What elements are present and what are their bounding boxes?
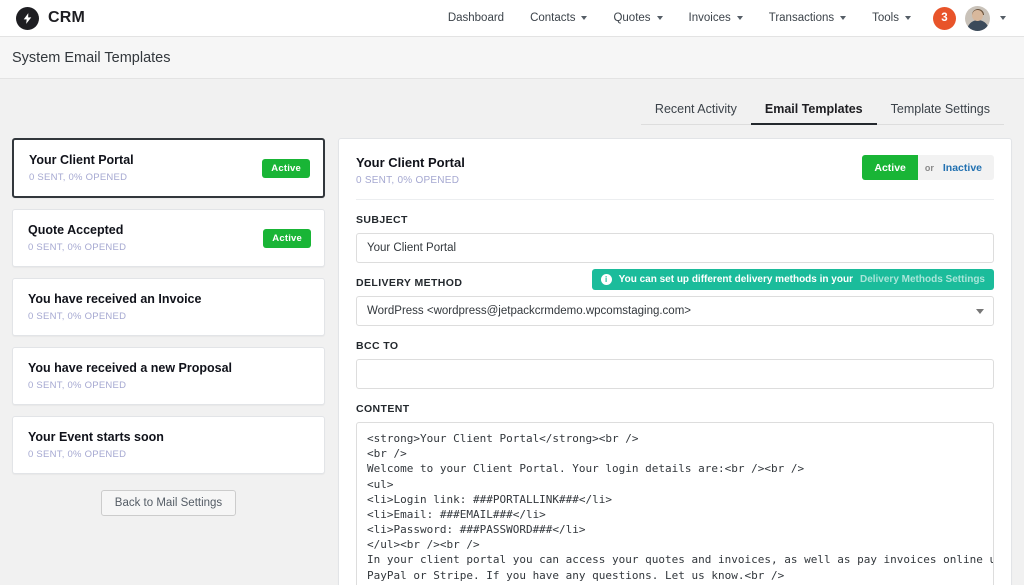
avatar-body (967, 20, 989, 31)
nav-item-tools[interactable]: Tools (859, 0, 924, 37)
template-list-item-quote-accepted[interactable]: Quote Accepted 0 SENT, 0% OPENED Active (12, 209, 325, 267)
template-list-item-received-invoice[interactable]: You have received an Invoice 0 SENT, 0% … (12, 278, 325, 336)
toggle-divider-label: or (918, 163, 941, 173)
nav-item-quotes[interactable]: Quotes (600, 0, 675, 37)
template-item-stats: 0 SENT, 0% OPENED (28, 449, 311, 460)
nav-item-label: Contacts (530, 0, 575, 37)
back-to-mail-settings-button[interactable]: Back to Mail Settings (101, 490, 236, 516)
nav-item-label: Invoices (689, 0, 731, 37)
tab-label: Recent Activity (655, 102, 737, 116)
status-badge: Active (263, 229, 311, 248)
top-navigation-bar: CRM Dashboard Contacts Quotes Invoices T… (0, 0, 1024, 37)
delivery-method-row: DELIVERY METHOD i You can set up differe… (356, 263, 994, 296)
editor-title: Your Client Portal (356, 155, 862, 170)
chevron-down-icon (905, 16, 911, 20)
template-item-text: Your Client Portal 0 SENT, 0% OPENED (29, 153, 262, 183)
template-list-item-event-starts-soon[interactable]: Your Event starts soon 0 SENT, 0% OPENED (12, 416, 325, 474)
editor-stats: 0 SENT, 0% OPENED (356, 175, 862, 186)
tab-label: Email Templates (765, 102, 863, 116)
page-title-bar: System Email Templates (0, 37, 1024, 79)
chevron-down-icon[interactable] (1000, 16, 1006, 20)
template-list-sidebar: Your Client Portal 0 SENT, 0% OPENED Act… (12, 138, 325, 516)
bcc-input[interactable] (356, 359, 994, 389)
template-item-text: You have received a new Proposal 0 SENT,… (28, 361, 311, 391)
template-item-stats: 0 SENT, 0% OPENED (29, 172, 262, 183)
delivery-method-select[interactable]: WordPress <wordpress@jetpackcrmdemo.wpco… (356, 296, 994, 326)
template-item-title: Your Client Portal (29, 153, 262, 168)
nav-item-transactions[interactable]: Transactions (756, 0, 859, 37)
tab-email-templates[interactable]: Email Templates (751, 96, 877, 125)
chevron-down-icon (737, 16, 743, 20)
main-content: Your Client Portal 0 SENT, 0% OPENED Act… (0, 125, 1024, 585)
nav-item-label: Dashboard (448, 0, 504, 37)
template-item-title: Your Event starts soon (28, 430, 311, 445)
chevron-down-icon (657, 16, 663, 20)
nav-item-invoices[interactable]: Invoices (676, 0, 756, 37)
template-item-text: Quote Accepted 0 SENT, 0% OPENED (28, 223, 263, 253)
avatar[interactable] (965, 6, 990, 31)
template-item-stats: 0 SENT, 0% OPENED (28, 380, 311, 391)
nav-item-label: Tools (872, 0, 899, 37)
back-button-wrapper: Back to Mail Settings (12, 485, 325, 516)
template-item-text: You have received an Invoice 0 SENT, 0% … (28, 292, 311, 322)
content-label: CONTENT (356, 403, 994, 415)
toggle-active-option[interactable]: Active (862, 155, 918, 180)
notice-text: You can set up different delivery method… (619, 274, 853, 285)
lightning-bolt-icon (16, 7, 39, 30)
delivery-method-value: WordPress <wordpress@jetpackcrmdemo.wpco… (367, 305, 691, 317)
chevron-down-icon (976, 309, 984, 314)
delivery-methods-notice: i You can set up different delivery meth… (592, 269, 994, 290)
delivery-method-label: DELIVERY METHOD (356, 277, 462, 289)
tab-label: Template Settings (891, 102, 990, 116)
notification-badge[interactable]: 3 (933, 7, 956, 30)
template-item-stats: 0 SENT, 0% OPENED (28, 311, 311, 322)
subject-input[interactable] (356, 233, 994, 263)
main-menu: Dashboard Contacts Quotes Invoices Trans… (435, 0, 1010, 37)
toggle-inactive-option[interactable]: Inactive (941, 155, 994, 180)
delivery-methods-settings-link[interactable]: Delivery Methods Settings (860, 274, 985, 285)
tab-recent-activity[interactable]: Recent Activity (641, 96, 751, 125)
content-textarea[interactable]: <strong>Your Client Portal</strong><br /… (356, 422, 994, 585)
brand-name: CRM (48, 9, 85, 27)
template-item-text: Your Event starts soon 0 SENT, 0% OPENED (28, 430, 311, 460)
avatar-head (972, 10, 983, 21)
nav-item-dashboard[interactable]: Dashboard (435, 0, 517, 37)
tab-bar: Recent Activity Email Templates Template… (641, 96, 1004, 125)
tab-template-settings[interactable]: Template Settings (877, 96, 1004, 125)
template-item-title: You have received an Invoice (28, 292, 311, 307)
page-title: System Email Templates (12, 50, 170, 66)
nav-item-contacts[interactable]: Contacts (517, 0, 600, 37)
info-icon: i (601, 274, 612, 285)
header-divider (356, 199, 994, 200)
nav-item-label: Quotes (613, 0, 650, 37)
template-item-stats: 0 SENT, 0% OPENED (28, 242, 263, 253)
tabs-row: Recent Activity Email Templates Template… (0, 79, 1024, 125)
subject-label: SUBJECT (356, 214, 994, 226)
editor-header: Your Client Portal 0 SENT, 0% OPENED Act… (356, 155, 994, 186)
nav-item-label: Transactions (769, 0, 834, 37)
template-item-title: You have received a new Proposal (28, 361, 311, 376)
template-item-title: Quote Accepted (28, 223, 263, 238)
chevron-down-icon (581, 16, 587, 20)
editor-header-text: Your Client Portal 0 SENT, 0% OPENED (356, 155, 862, 186)
template-list-item-received-proposal[interactable]: You have received a new Proposal 0 SENT,… (12, 347, 325, 405)
status-badge: Active (262, 159, 310, 178)
template-list-item-your-client-portal[interactable]: Your Client Portal 0 SENT, 0% OPENED Act… (12, 138, 325, 198)
bcc-label: BCC TO (356, 340, 994, 352)
delivery-method-select-wrapper: WordPress <wordpress@jetpackcrmdemo.wpco… (356, 296, 994, 326)
brand-logo-area[interactable]: CRM (16, 7, 85, 30)
active-inactive-toggle: Active or Inactive (862, 155, 994, 180)
chevron-down-icon (840, 16, 846, 20)
template-editor-panel: Your Client Portal 0 SENT, 0% OPENED Act… (338, 138, 1012, 585)
